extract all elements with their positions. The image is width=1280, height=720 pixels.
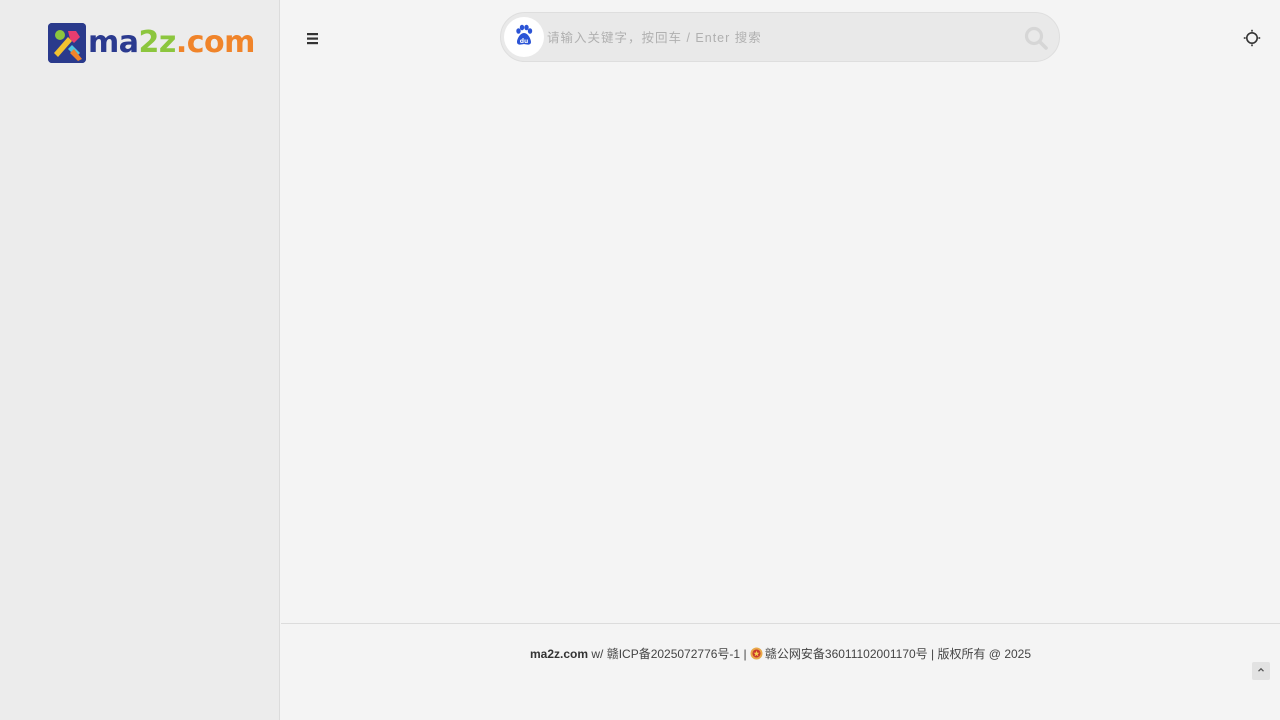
police-badge-icon — [750, 647, 763, 660]
footer-copyright: 版权所有 @ 2025 — [937, 647, 1032, 661]
footer-separator: w/ — [588, 647, 607, 661]
footer-separator: | — [927, 647, 938, 661]
footer-site-name[interactable]: ma2z.com — [530, 647, 588, 661]
search-icon[interactable] — [1023, 25, 1049, 51]
sun-theme-toggle-icon[interactable] — [1243, 29, 1261, 47]
logo-text-ma: ma — [88, 25, 139, 60]
hamburger-menu-icon[interactable] — [305, 30, 321, 48]
footer-text: ma2z.com w/ 赣ICP备2025072776号-1 | 赣公网安备36… — [281, 645, 1280, 662]
police-record-link[interactable]: 赣公网安备36011102001170号 — [765, 647, 928, 661]
footer-separator: | — [740, 647, 750, 661]
sidebar: ma2z.com — [0, 0, 280, 720]
wrench-tools-logo-icon — [48, 23, 86, 63]
logo-text-2z: 2z — [138, 25, 177, 60]
logo-text: ma2z.com — [88, 23, 255, 63]
footer: ma2z.com w/ 赣ICP备2025072776号-1 | 赣公网安备36… — [281, 623, 1280, 720]
search-bar: du — [500, 12, 1060, 62]
back-to-top-button[interactable] — [1252, 662, 1270, 680]
chevron-up-icon — [1256, 664, 1266, 678]
icp-link[interactable]: 赣ICP备2025072776号-1 — [607, 647, 740, 661]
main-area: du ma2z.com w/ 赣ICP备2025072776号-1 | 赣公网安… — [281, 0, 1280, 720]
svg-text:du: du — [520, 38, 529, 45]
site-logo[interactable]: ma2z.com — [48, 22, 255, 64]
search-engine-selector[interactable]: du — [504, 17, 544, 57]
baidu-paw-icon: du — [512, 23, 536, 52]
logo-text-com: .com — [175, 25, 256, 60]
search-input[interactable] — [545, 21, 1009, 55]
